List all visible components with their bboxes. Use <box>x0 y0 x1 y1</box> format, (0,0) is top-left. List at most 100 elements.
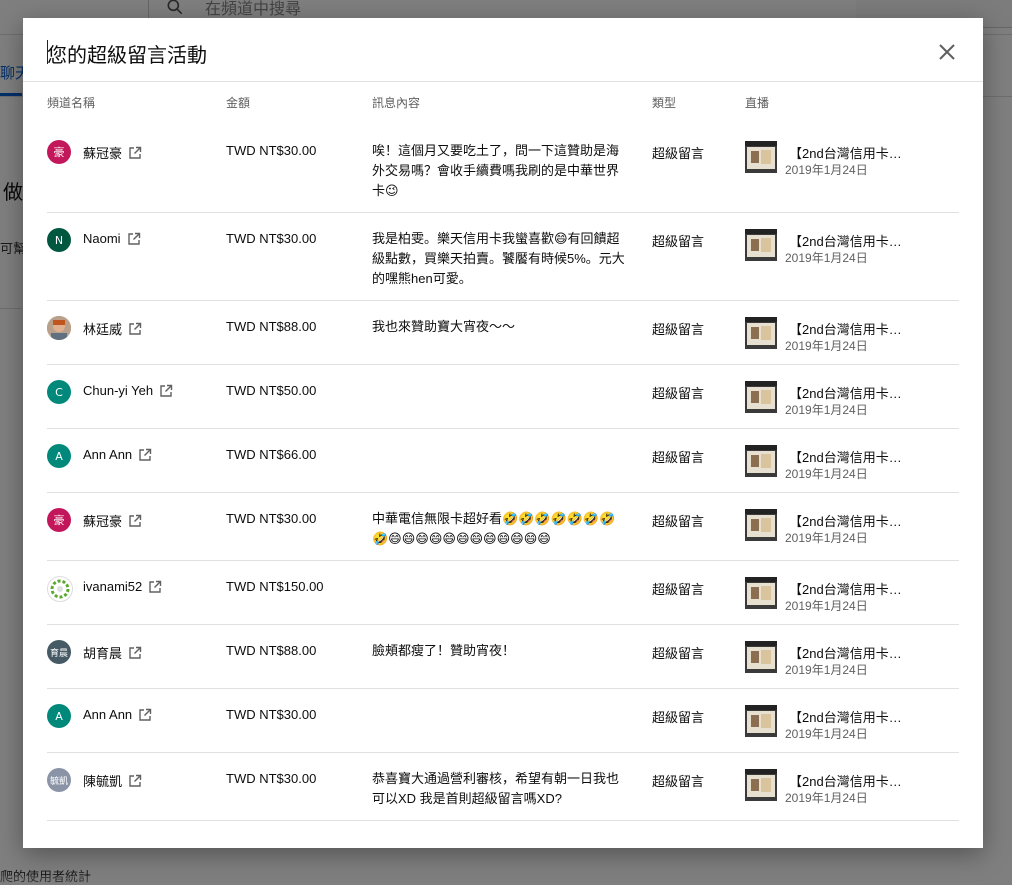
text-caret <box>47 40 48 64</box>
video-title-link[interactable]: 【2nd台灣信用卡… <box>789 771 902 790</box>
avatar[interactable]: 毓凱 <box>47 768 71 792</box>
open-in-new-icon[interactable] <box>128 646 142 660</box>
open-in-new-icon[interactable] <box>128 146 142 160</box>
video-thumbnail[interactable] <box>745 641 777 673</box>
avatar[interactable]: 豪 <box>47 508 71 532</box>
video-thumbnail[interactable] <box>745 229 777 261</box>
video-title-link[interactable]: 【2nd台灣信用卡… <box>789 511 902 530</box>
video-thumbnail[interactable] <box>745 705 777 737</box>
message-type: 超級留言 <box>652 450 705 465</box>
video-title-link[interactable]: 【2nd台灣信用卡… <box>789 643 902 662</box>
table-row: 豪 蘇冠豪 TWD NT$30.00 中華電信無限卡超好看🤣🤣🤣🤣🤣🤣🤣🤣😄😄😄😄😄😄… <box>47 492 959 561</box>
open-in-new-icon[interactable] <box>127 232 141 246</box>
video-title-link[interactable]: 【2nd台灣信用卡… <box>789 579 902 598</box>
channel-link[interactable]: 陳毓凱 <box>83 771 142 790</box>
video-date: 2019年1月24日 <box>785 599 868 613</box>
channel-name: Naomi <box>83 231 121 246</box>
video-date: 2019年1月24日 <box>785 467 868 481</box>
amount: TWD NT$50.00 <box>226 383 317 398</box>
avatar[interactable] <box>47 316 71 340</box>
dialog-title: 您的超級留言活動 <box>47 45 207 67</box>
video-title-link[interactable]: 【2nd台灣信用卡… <box>789 707 902 726</box>
video-date: 2019年1月24日 <box>785 339 868 353</box>
open-in-new-icon[interactable] <box>148 580 162 594</box>
channel-name: Ann Ann <box>83 447 133 462</box>
channel-link[interactable]: Chun-yi Yeh <box>83 383 173 398</box>
channel-link[interactable]: ivanami52 <box>83 579 162 594</box>
channel-name: 陳毓凱 <box>83 774 123 789</box>
open-in-new-icon[interactable] <box>128 322 142 336</box>
video-thumbnail[interactable] <box>745 141 777 173</box>
video-thumbnail[interactable] <box>745 769 777 801</box>
message-type: 超級留言 <box>652 234 705 249</box>
avatar[interactable]: C <box>47 380 71 404</box>
channel-link[interactable]: 胡育晨 <box>83 643 142 662</box>
amount: TWD NT$30.00 <box>226 511 317 526</box>
message-content: 中華電信無限卡超好看🤣🤣🤣🤣🤣🤣🤣🤣😄😄😄😄😄😄😄😄😄😄😄😄 <box>372 511 616 546</box>
avatar[interactable]: A <box>47 444 71 468</box>
video-thumbnail[interactable] <box>745 509 777 541</box>
message-type: 超級留言 <box>652 582 705 597</box>
video-title-link[interactable]: 【2nd台灣信用卡… <box>789 447 902 466</box>
video-date: 2019年1月24日 <box>785 531 868 545</box>
channel-link[interactable]: 蘇冠豪 <box>83 511 142 530</box>
avatar-initials: C <box>55 385 63 399</box>
table-row: ivanami52 TWD NT$150.00 超級留言 【2nd台灣信用卡… 2019… <box>47 560 959 625</box>
message-content: 恭喜寶大通過營利審核，希望有朝一日我也可以XD 我是首則超級留言嗎XD? <box>372 771 620 806</box>
avatar-initials: 毓凱 <box>49 776 68 787</box>
close-icon <box>939 44 955 60</box>
avatar[interactable]: A <box>47 704 71 728</box>
video-title-link[interactable]: 【2nd台灣信用卡… <box>789 383 902 402</box>
avatar[interactable]: N <box>47 228 71 252</box>
message-content: 我是柏雯。樂天信用卡我蠻喜歡😄有回饋超級點數，買樂天拍賣。饕饜有時候5%。元大的… <box>372 231 625 286</box>
video-thumbnail[interactable] <box>745 317 777 349</box>
amount: TWD NT$88.00 <box>226 643 317 658</box>
super-chat-activity-dialog: 您的超級留言活動 頻道名稱 金額 訊息內容 類型 直播 豪蘇冠豪 TWD NT$3… <box>23 18 983 848</box>
video-title-link[interactable]: 【2nd台灣信用卡… <box>789 231 902 250</box>
open-in-new-icon[interactable] <box>128 774 142 788</box>
photo-avatar-icon <box>47 316 71 340</box>
table-row: N Naomi TWD NT$30.00 我是柏雯。樂天信用卡我蠻喜歡😄有回饋超級點數… <box>47 212 959 301</box>
wreath-avatar-icon <box>50 579 70 599</box>
channel-link[interactable]: Ann Ann <box>83 447 152 462</box>
table-row: 育晨 胡育晨 TWD NT$88.00 臉頰都瘦了！贊助宵夜！ 超級留言 【2nd台灣信用… <box>47 624 959 689</box>
open-in-new-icon[interactable] <box>159 384 173 398</box>
channel-name: Chun-yi Yeh <box>83 383 154 398</box>
open-in-new-icon[interactable] <box>128 514 142 528</box>
channel-link[interactable]: 蘇冠豪 <box>83 143 142 162</box>
avatar-initials: A <box>55 709 63 723</box>
avatar-initials: N <box>54 233 64 247</box>
channel-link[interactable]: Ann Ann <box>83 707 152 722</box>
video-thumbnail[interactable] <box>745 577 777 609</box>
avatar[interactable] <box>47 576 73 602</box>
column-header-type: 類型 <box>652 96 677 110</box>
channel-name: Ann Ann <box>83 707 133 722</box>
dialog-header: 您的超級留言活動 <box>23 18 983 82</box>
message-type: 超級留言 <box>652 322 705 337</box>
amount: TWD NT$66.00 <box>226 447 317 462</box>
table-row: A Ann Ann TWD NT$30.00 超級留言 【2nd台灣信用卡… 2019年1… <box>47 688 959 753</box>
close-button[interactable] <box>929 34 965 70</box>
table-row: 毓凱 陳毓凱 TWD NT$30.00 恭喜寶大通過營利審核，希望有朝一日我也可以XD… <box>47 752 959 821</box>
message-content: 臉頰都瘦了！贊助宵夜！ <box>372 643 516 658</box>
table-row: A Ann Ann TWD NT$66.00 超級留言 【2nd台灣信用卡… 2019年1… <box>47 428 959 493</box>
video-thumbnail[interactable] <box>745 445 777 477</box>
video-date: 2019年1月24日 <box>785 403 868 417</box>
video-date: 2019年1月24日 <box>785 251 868 265</box>
table-row: 豪 蘇冠豪 TWD NT$30.00 唉！這個月又要吃土了，問一下這贊助是海外交易嗎？… <box>47 124 959 213</box>
avatar[interactable]: 豪 <box>47 140 71 164</box>
avatar-initials: A <box>55 449 63 463</box>
video-thumbnail[interactable] <box>745 381 777 413</box>
open-in-new-icon[interactable] <box>138 448 152 462</box>
message-content: 我也來贊助寶大宵夜～～ <box>372 319 516 334</box>
channel-link[interactable]: 林廷威 <box>83 319 142 338</box>
amount: TWD NT$30.00 <box>226 707 317 722</box>
channel-link[interactable]: Naomi <box>83 231 141 246</box>
avatar[interactable]: 育晨 <box>47 640 71 664</box>
column-header-live: 直播 <box>745 96 770 110</box>
video-title-link[interactable]: 【2nd台灣信用卡… <box>789 319 902 338</box>
video-title-link[interactable]: 【2nd台灣信用卡… <box>789 143 902 162</box>
amount: TWD NT$150.00 <box>226 579 324 594</box>
column-header-amount: 金額 <box>226 96 251 110</box>
open-in-new-icon[interactable] <box>138 708 152 722</box>
